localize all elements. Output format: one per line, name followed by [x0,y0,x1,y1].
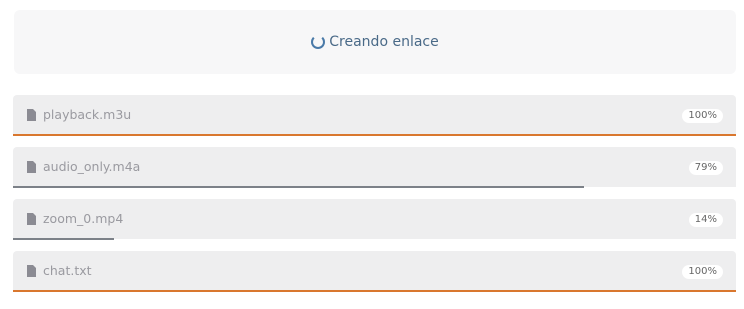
percent-badge: 14% [688,213,723,227]
file-row[interactable]: chat.txt 100% [13,251,736,292]
file-name: audio_only.m4a [43,159,141,174]
spinner-icon [311,35,326,49]
file-name: zoom_0.mp4 [43,211,124,226]
percent-badge: 100% [682,265,723,279]
file-list: playback.m3u 100% audio_only.m4a 79% zoo… [13,95,736,303]
progress-bar [13,238,736,240]
file-icon [27,265,36,277]
file-name: chat.txt [43,263,92,278]
progress-fill [13,134,736,136]
percent-badge: 100% [682,109,723,123]
status-panel: Creando enlace [14,10,736,74]
status-text: Creando enlace [329,34,439,50]
progress-fill [13,186,585,188]
file-icon [27,109,36,121]
file-row[interactable]: zoom_0.mp4 14% [13,199,736,240]
file-icon [27,213,36,225]
file-name: playback.m3u [43,107,132,122]
progress-bar [13,186,736,188]
progress-bar [13,134,736,136]
progress-fill [13,238,115,240]
file-row[interactable]: audio_only.m4a 79% [13,147,736,188]
progress-fill [13,290,736,292]
file-row[interactable]: playback.m3u 100% [13,95,736,136]
percent-badge: 79% [688,161,723,175]
file-icon [27,161,36,173]
progress-bar [13,290,736,292]
